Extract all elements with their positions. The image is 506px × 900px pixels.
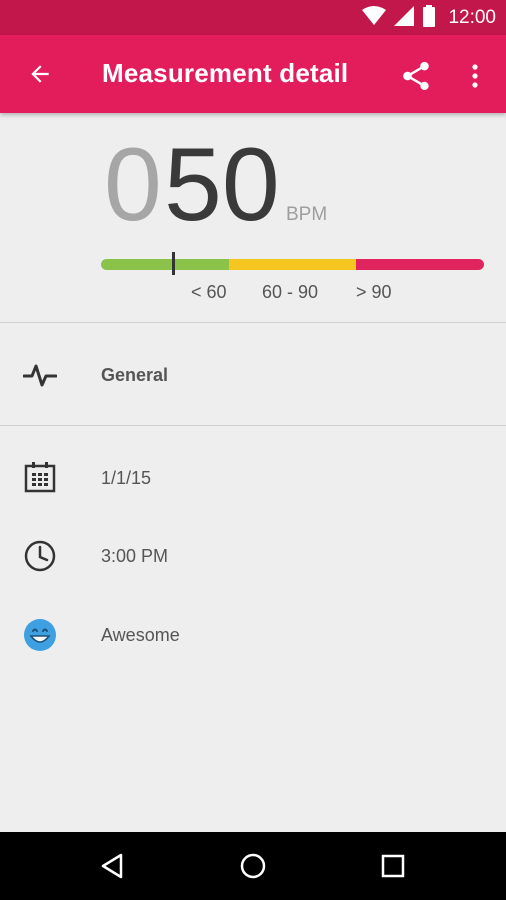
more-options-button[interactable] — [460, 54, 490, 98]
wifi-icon — [362, 5, 387, 31]
page-title: Measurement detail — [102, 58, 349, 88]
range-scale — [101, 259, 484, 270]
status-icons: 12:00 — [362, 4, 496, 32]
measurement-date[interactable]: 1/1/15 — [101, 468, 151, 489]
reading-unit: BPM — [286, 204, 328, 225]
cell-signal-icon — [394, 5, 415, 31]
divider — [0, 425, 506, 426]
pulse-icon — [20, 355, 60, 395]
back-button[interactable] — [18, 52, 62, 96]
scale-marker — [172, 252, 175, 275]
scale-normal-segment — [229, 259, 356, 270]
share-button[interactable] — [394, 54, 438, 98]
home-circle-icon — [240, 853, 266, 879]
back-triangle-icon — [101, 853, 123, 879]
status-bar: 12:00 — [0, 0, 506, 35]
scale-low-segment — [101, 259, 229, 270]
system-nav-bar — [0, 832, 506, 900]
divider — [0, 322, 506, 323]
clock-icon — [20, 536, 60, 576]
more-vert-icon — [472, 64, 478, 88]
measurement-time[interactable]: 3:00 PM — [101, 546, 168, 567]
nav-back-button[interactable] — [90, 844, 134, 888]
nav-recents-button[interactable] — [371, 844, 415, 888]
scale-label-high: > 90 — [356, 282, 392, 302]
app-bar: Measurement detail — [0, 35, 506, 113]
nav-home-button[interactable] — [231, 844, 275, 888]
mood-label[interactable]: Awesome — [101, 625, 180, 646]
scale-label-low: < 60 — [191, 282, 227, 302]
calendar-icon — [20, 457, 60, 497]
recents-square-icon — [381, 854, 405, 878]
battery-icon — [422, 4, 436, 32]
scale-high-segment — [356, 259, 484, 270]
scale-label-normal: 60 - 90 — [262, 282, 319, 302]
activity-type[interactable]: General — [101, 365, 168, 386]
happy-face-icon — [20, 615, 60, 655]
status-time: 12:00 — [448, 7, 496, 28]
share-icon — [403, 61, 429, 91]
reading-leading-zero: 0 — [104, 127, 162, 243]
arrow-back-icon — [31, 65, 49, 83]
reading-value: 50 — [164, 127, 280, 243]
